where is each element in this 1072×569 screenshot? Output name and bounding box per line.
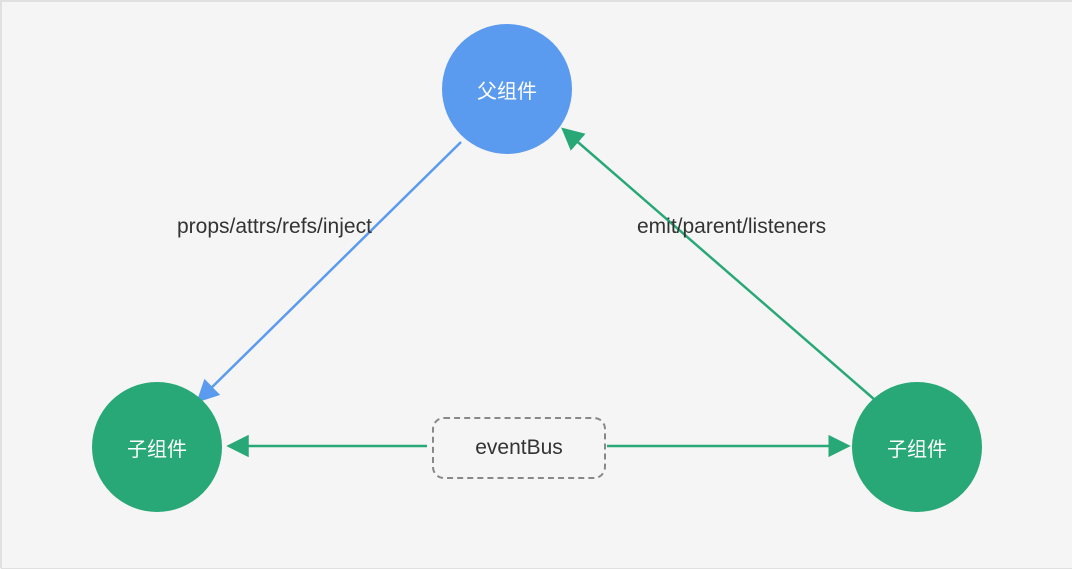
edge-label-parent-to-child: props/attrs/refs/inject bbox=[177, 215, 372, 239]
diagram-canvas: 父组件 子组件 子组件 eventBus props/attrs/refs/in… bbox=[2, 2, 1072, 569]
eventbus-node: eventBus bbox=[432, 417, 606, 479]
edge-child-to-parent bbox=[564, 130, 875, 400]
edge-label-child-to-parent: emit/parent/listeners bbox=[637, 215, 826, 239]
parent-node: 父组件 bbox=[442, 24, 572, 154]
edge-parent-to-child bbox=[199, 142, 461, 400]
child-node-right-label: 子组件 bbox=[887, 433, 947, 462]
child-node-left-label: 子组件 bbox=[127, 433, 187, 462]
parent-node-label: 父组件 bbox=[477, 75, 537, 104]
child-node-left: 子组件 bbox=[92, 382, 222, 512]
eventbus-label: eventBus bbox=[475, 436, 563, 460]
child-node-right: 子组件 bbox=[852, 382, 982, 512]
